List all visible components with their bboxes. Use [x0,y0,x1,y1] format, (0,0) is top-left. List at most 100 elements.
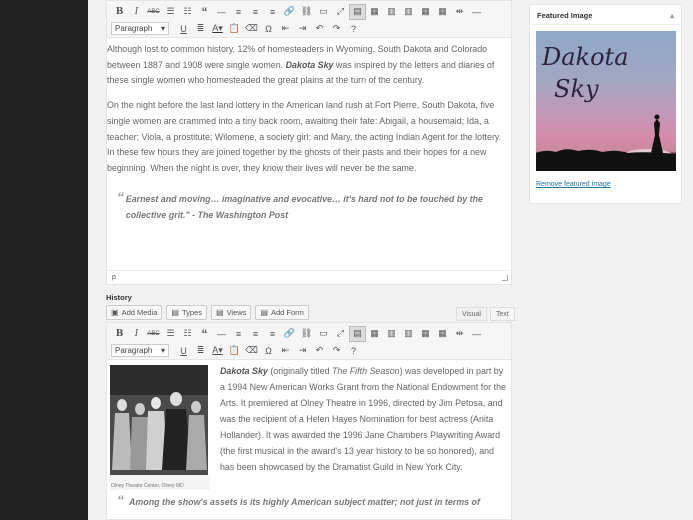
format-select[interactable]: Paragraph ▾ [111,22,169,35]
toolbar-toggle-icon[interactable]: ▤ [349,3,366,20]
blockquote: “ Among the show's assets is its highly … [117,492,480,508]
form-icon: ▤ [260,308,268,317]
read-more-icon[interactable]: ▭ [315,4,332,20]
media-icon: ▣ [111,308,119,317]
justify-icon[interactable]: ≣ [192,21,209,37]
chevron-down-icon: ▾ [160,24,165,33]
table-columns-icon[interactable]: ▥ [383,4,400,20]
undo-icon[interactable]: ↶ [311,21,328,37]
underline-button[interactable]: U [175,21,192,37]
horizontal-line-icon[interactable]: — [213,4,230,20]
align-left-icon[interactable]: ≡ [230,326,247,342]
cast-silhouettes-icon [110,365,208,475]
bold-button[interactable]: B [111,326,128,342]
editor-content[interactable]: Olney Theatre Center, Olney MD Dakota Sk… [107,360,511,510]
indent-icon[interactable]: ⇥ [294,343,311,359]
featured-image[interactable]: Dakota Sky [536,31,676,171]
undo-icon[interactable]: ↶ [311,343,328,359]
horizontal-line-icon[interactable]: — [213,326,230,342]
bullet-list-icon[interactable]: ☰ [162,4,179,20]
table-cells-icon[interactable]: ▦ [434,326,451,342]
read-more-icon[interactable]: ▭ [315,326,332,342]
types-button[interactable]: ▤ Types [166,305,207,320]
italic-button[interactable]: I [128,4,145,20]
add-form-button[interactable]: ▤ Add Form [255,305,309,320]
featured-image-header[interactable]: Featured Image ▴ [530,5,681,25]
tab-visual[interactable]: Visual [456,307,487,321]
types-icon: ▤ [171,308,179,317]
separator-icon[interactable]: — [468,326,485,342]
toolbar-toggle-icon[interactable]: ▤ [349,325,366,342]
format-select[interactable]: Paragraph ▾ [111,344,169,357]
blockquote-icon[interactable]: “ [196,326,213,342]
editor-tabs: Visual Text [453,307,515,321]
editor-content[interactable]: Although lost to common history, 12% of … [107,38,511,223]
strikethrough-button[interactable]: ABC [145,326,162,342]
bullet-list-icon[interactable]: ☰ [162,326,179,342]
align-center-icon[interactable]: ≡ [247,4,264,20]
bold-button[interactable]: B [111,4,128,20]
image-with-caption[interactable]: Olney Theatre Center, Olney MD [110,365,210,490]
align-center-icon[interactable]: ≡ [247,326,264,342]
remove-featured-image-link[interactable]: Remove featured image [536,181,611,188]
blockquote-icon[interactable]: “ [196,4,213,20]
special-char-icon[interactable]: Ω [260,343,277,359]
align-right-icon[interactable]: ≡ [264,4,281,20]
unlink-icon[interactable]: ⛓ [298,4,315,20]
page-break-icon[interactable]: ⇹ [451,4,468,20]
link-icon[interactable]: 🔗 [281,4,298,20]
table-columns-icon[interactable]: ▥ [383,326,400,342]
unlink-icon[interactable]: ⛓ [298,326,315,342]
special-char-icon[interactable]: Ω [260,21,277,37]
redo-icon[interactable]: ↷ [328,343,345,359]
table-rows-icon[interactable]: ▥ [400,4,417,20]
page-break-icon[interactable]: ⇹ [451,326,468,342]
justify-icon[interactable]: ≣ [192,343,209,359]
paste-text-icon[interactable]: 📋 [226,343,243,359]
table-icon[interactable]: ▦ [366,4,383,20]
help-icon[interactable]: ? [345,343,362,359]
clear-format-icon[interactable]: ⌫ [243,21,260,37]
clear-format-icon[interactable]: ⌫ [243,343,260,359]
text-color-icon[interactable]: A▾ [209,21,226,37]
table-grid-icon[interactable]: ▦ [417,326,434,342]
views-button[interactable]: ▤ Views [211,305,252,320]
cast-photo[interactable] [110,365,208,475]
align-right-icon[interactable]: ≡ [264,326,281,342]
outdent-icon[interactable]: ⇤ [277,343,294,359]
outdent-icon[interactable]: ⇤ [277,21,294,37]
main-editor[interactable]: B I ABC ☰ ☷ “ — ≡ ≡ ≡ 🔗 ⛓ ▭ ⤢ ▤ ▦ ▥ ▥ ▦ … [106,0,512,285]
fullscreen-icon[interactable]: ⤢ [332,4,349,20]
image-caption: Olney Theatre Center, Olney MD [110,475,210,490]
table-cells-icon[interactable]: ▦ [434,4,451,20]
fullscreen-icon[interactable]: ⤢ [332,326,349,342]
redo-icon[interactable]: ↷ [328,21,345,37]
italic-button[interactable]: I [128,326,145,342]
strikethrough-button[interactable]: ABC [145,4,162,20]
numbered-list-icon[interactable]: ☷ [179,326,196,342]
table-icon[interactable]: ▦ [366,326,383,342]
history-editor[interactable]: B I ABC ☰ ☷ “ — ≡ ≡ ≡ 🔗 ⛓ ▭ ⤢ ▤ ▦ ▥ ▥ ▦ … [106,322,512,520]
chevron-down-icon: ▾ [160,346,165,355]
underline-button[interactable]: U [175,343,192,359]
text-color-icon[interactable]: A▾ [209,343,226,359]
history-label: History [106,293,132,302]
featured-image-box: Featured Image ▴ Dakota Sky Remove featu… [529,4,682,204]
help-icon[interactable]: ? [345,21,362,37]
link-icon[interactable]: 🔗 [281,326,298,342]
collapse-arrow-icon[interactable]: ▴ [670,11,674,20]
indent-icon[interactable]: ⇥ [294,21,311,37]
resize-handle[interactable] [502,275,508,281]
paragraph: Although lost to common history, 12% of … [107,44,495,86]
blockquote: “ Earnest and moving… imaginative and ev… [107,190,508,223]
align-left-icon[interactable]: ≡ [230,4,247,20]
table-grid-icon[interactable]: ▦ [417,4,434,20]
separator-icon[interactable]: — [468,4,485,20]
table-rows-icon[interactable]: ▥ [400,326,417,342]
dakota-sky-poster: Dakota Sky [536,43,676,171]
status-path: p [107,270,511,284]
add-media-button[interactable]: ▣ Add Media [106,305,163,320]
numbered-list-icon[interactable]: ☷ [179,4,196,20]
tab-text[interactable]: Text [489,307,515,321]
paste-text-icon[interactable]: 📋 [226,21,243,37]
